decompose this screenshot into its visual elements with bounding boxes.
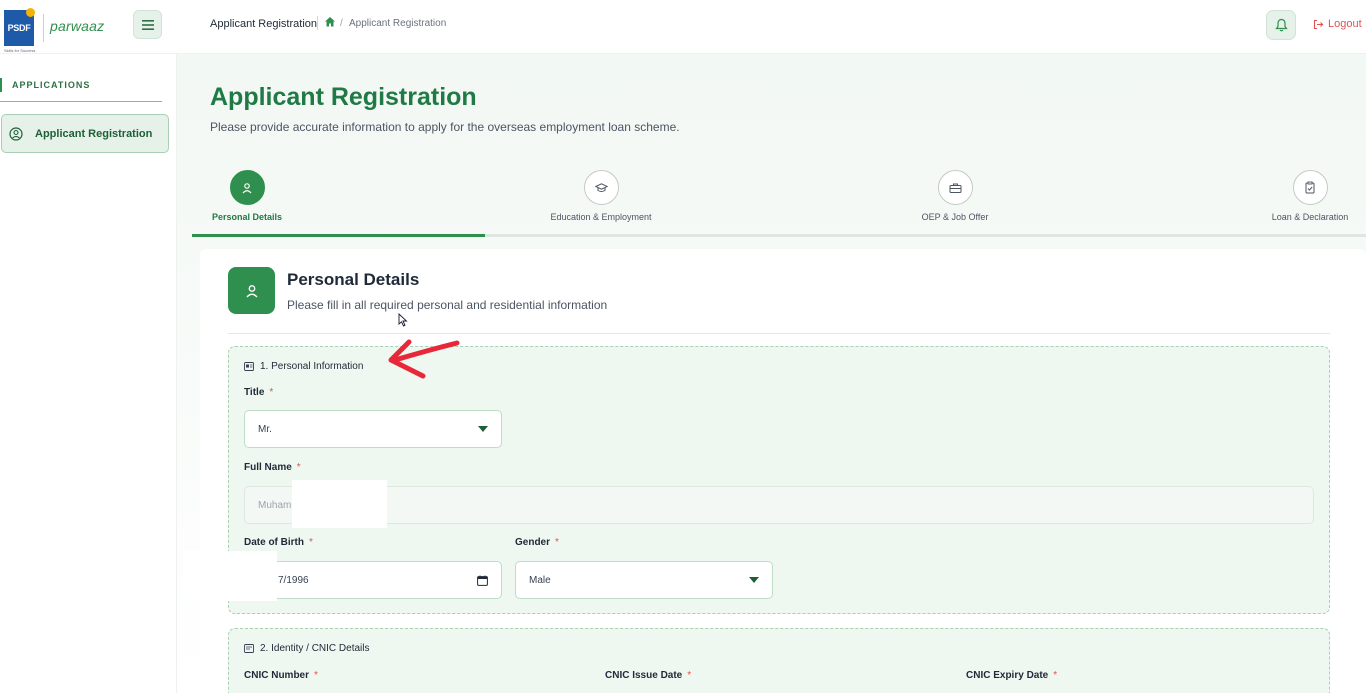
menu-toggle-button[interactable] [133,10,162,39]
logo-text: parwaaz [50,18,105,34]
gender-label: Gender * [515,537,559,548]
full-name-label-text: Full Name [244,462,292,473]
breadcrumb-title: Applicant Registration [210,18,318,30]
full-name-input[interactable]: Muham [244,486,1314,524]
id-card-icon [244,362,254,371]
personal-information-section: 1. Personal Information Title * Mr. Full … [182,346,1330,614]
section-heading: 1. Personal Information [244,361,363,372]
step-circle [937,170,973,205]
step-circle [583,170,619,205]
step-circle [1292,170,1328,205]
page-title: Applicant Registration [210,83,477,111]
title-select-value: Mr. [258,423,272,435]
date-of-birth-label-text: Date of Birth [244,537,304,548]
title-select[interactable]: Mr. [244,410,502,448]
cnic-expiry-date-label: CNIC Expiry Date * [966,670,1057,681]
sidebar-section-label: APPLICATIONS [0,78,90,92]
required-mark: * [687,670,692,681]
notifications-button[interactable] [1266,10,1296,40]
full-name-value: Muham [258,499,292,511]
gender-select-value: Male [529,574,551,586]
title-label-text: Title [244,387,265,398]
section-heading-text: 1. Personal Information [260,361,364,372]
cnic-expiry-date-label-text: CNIC Expiry Date [966,670,1049,681]
section-heading: 2. Identity / CNIC Details [244,643,369,654]
step-loan-declaration[interactable]: Loan & Declaration [1255,170,1365,222]
logo-sun-icon [26,8,35,17]
logout-button[interactable]: Logout [1313,18,1362,30]
date-of-birth-input[interactable]: 7/1996 [244,561,502,599]
step-education-employment[interactable]: Education & Employment [541,170,661,222]
cnic-issue-date-label: CNIC Issue Date * [605,670,691,681]
required-mark: * [309,537,313,548]
section-heading-text: 2. Identity / CNIC Details [260,643,370,654]
home-icon[interactable] [324,16,336,28]
step-label: Loan & Declaration [1271,212,1349,222]
card-header-icon [228,267,275,314]
caret-down-icon [749,577,759,583]
card-subtitle: Please fill in all required personal and… [287,298,608,312]
logout-label: Logout [1328,18,1362,30]
sidebar-divider [0,101,162,102]
required-mark: * [1053,670,1058,681]
date-of-birth-label: Date of Birth * [244,537,313,548]
logo-divider [43,14,44,42]
logo-tagline: Skills for Success [4,48,36,53]
breadcrumb-current[interactable]: Applicant Registration [349,18,446,29]
redaction-box [292,480,387,528]
sidebar-item-label: Applicant Registration [35,127,153,140]
title-label: Title * [244,387,273,398]
full-name-label: Full Name * [244,462,301,473]
user-icon [242,182,252,193]
sidebar-item-applicant-registration[interactable]: Applicant Registration [1,114,169,153]
psdf-parwaaz-logo[interactable]: PSDF parwaaz Skills for Success [4,8,134,53]
logout-icon [1313,19,1324,29]
step-label: Education & Employment [550,212,652,222]
caret-down-icon [478,426,488,432]
sidebar: APPLICATIONS Applicant Registration [0,54,177,693]
red-annotation-arrow-icon [388,339,460,379]
step-label: Personal Details [211,212,283,222]
required-mark: * [314,670,318,681]
breadcrumb-slash: / [340,18,343,29]
briefcase-icon [949,183,961,193]
graduation-cap-icon [594,182,608,192]
identity-cnic-section: 2. Identity / CNIC Details CNIC Number * … [228,628,1330,693]
card-title: Personal Details [287,270,420,289]
mouse-cursor-icon [398,313,408,327]
user-icon [245,284,258,297]
registration-stepper: Personal Details Education & Employment … [192,170,1366,238]
calendar-icon[interactable] [477,575,488,586]
step-label: OEP & Job Offer [921,212,989,222]
gender-select[interactable]: Male [515,561,773,599]
step-personal-details[interactable]: Personal Details [192,170,302,222]
bell-icon [1274,18,1288,32]
date-of-birth-value: 7/1996 [278,574,309,586]
redaction-box [182,551,277,601]
required-mark: * [555,537,559,548]
page-subtitle: Please provide accurate information to a… [210,120,680,134]
stepper-progress-fill [192,234,485,237]
step-oep-job-offer[interactable]: OEP & Job Offer [900,170,1010,222]
cnic-issue-date-label-text: CNIC Issue Date [605,670,683,681]
clipboard-check-icon [1305,181,1315,194]
card-divider [228,333,1330,334]
gender-label-text: Gender [515,537,551,548]
stepper-progress-track [192,234,1366,237]
user-circle-icon [9,126,23,141]
required-mark: * [296,462,301,473]
breadcrumb-divider [317,16,318,30]
step-circle [229,170,265,205]
main-content: Applicant Registration Please provide ac… [177,54,1366,693]
required-mark: * [269,387,274,398]
personal-details-card: Personal Details Please fill in all requ… [182,249,1366,693]
id-card-icon [244,644,254,653]
hamburger-icon [141,19,154,30]
cnic-number-label: CNIC Number * [244,670,318,681]
top-header: PSDF parwaaz Skills for Success Applican… [0,0,1366,54]
cnic-number-label-text: CNIC Number [244,670,310,681]
